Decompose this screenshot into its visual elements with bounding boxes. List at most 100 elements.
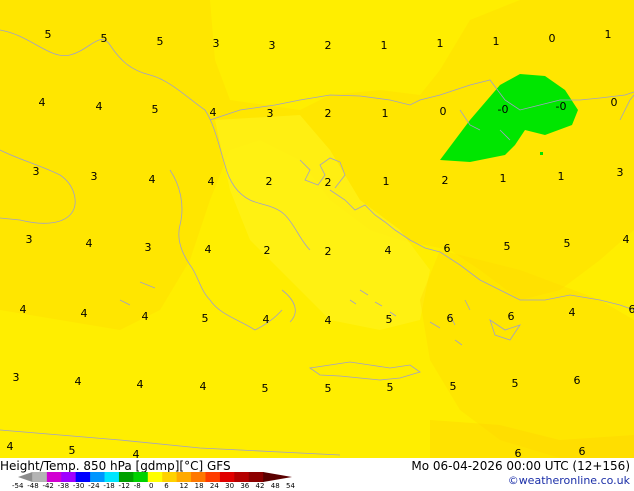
colorbar-segment <box>119 472 134 482</box>
temperature-label: 4 <box>75 375 82 388</box>
colorbar-tick-label: 42 <box>256 482 265 490</box>
temperature-label: 1 <box>493 35 500 48</box>
temperature-label: 6 <box>508 310 515 323</box>
colorbar-tick-label: 6 <box>164 482 168 490</box>
colorbar-segment <box>162 472 177 482</box>
temperature-label: 4 <box>385 244 392 257</box>
colorbar-tick-label: -30 <box>73 482 84 490</box>
colorbar-tick-label: 12 <box>179 482 188 490</box>
temperature-label: 4 <box>96 100 103 113</box>
colorbar-right-arrow <box>263 472 292 482</box>
temperature-label: 1 <box>605 28 612 41</box>
colorbar-tick-label: -24 <box>88 482 99 490</box>
temperature-label: 5 <box>69 444 76 457</box>
temperature-label: 4 <box>208 175 215 188</box>
temperature-label: 4 <box>137 378 144 391</box>
temperature-label: 4 <box>263 313 270 326</box>
temperature-label: -0 <box>556 100 567 113</box>
temperature-label: 4 <box>142 310 149 323</box>
colorbar-tick-label: 30 <box>225 482 234 490</box>
temperature-label: 3 <box>269 39 276 52</box>
forecast-datetime: Mo 06-04-2026 00:00 UTC (12+156) <box>411 459 630 473</box>
colorbar-tick-label: 0 <box>149 482 153 490</box>
colorbar-segment <box>234 472 249 482</box>
colorbar-segment <box>105 472 120 482</box>
temperature-label: 5 <box>386 313 393 326</box>
temperature-label: 5 <box>262 382 269 395</box>
temperature-label: -0 <box>498 103 509 116</box>
temperature-label: 5 <box>564 237 571 250</box>
temperature-label: 6 <box>447 312 454 325</box>
temperature-label: 2 <box>325 176 332 189</box>
temperature-label: 5 <box>157 35 164 48</box>
temperature-label: 2 <box>325 39 332 52</box>
temperature-label: 4 <box>205 243 212 256</box>
map-title: Height/Temp. 850 hPa [gdmp][°C] GFS <box>0 459 231 473</box>
temperature-label: 4 <box>133 448 140 458</box>
colorbar-segment <box>47 472 62 482</box>
temperature-label: 0 <box>549 32 556 45</box>
temperature-label: 1 <box>437 37 444 50</box>
colorbar-segment <box>32 472 47 482</box>
colorbar-left-arrow <box>18 472 32 482</box>
temperature-label: 4 <box>39 96 46 109</box>
colorbar-tick-label: 48 <box>271 482 280 490</box>
weather-map: 5 5 5 3 3 2 1 1 1 0 1 4 4 5 4 3 2 1 0 -0 -0 0 3 3 4 4 2 2 1 2 1 1 3 3 4 3 4 2… <box>0 0 634 458</box>
temperature-label: 2 <box>442 174 449 187</box>
temperature-label: 5 <box>387 381 394 394</box>
colorbar-segment <box>220 472 235 482</box>
colorbar-segment <box>148 472 163 482</box>
temperature-label: 1 <box>382 107 389 120</box>
colorbar-segment <box>90 472 105 482</box>
temperature-label: 4 <box>149 173 156 186</box>
temperature-label: 5 <box>152 103 159 116</box>
temperature-label: 4 <box>7 440 14 453</box>
temperature-label: 1 <box>558 170 565 183</box>
colorbar-segment <box>191 472 206 482</box>
colorbar-tick-label: 54 <box>286 482 295 490</box>
temperature-label: 5 <box>512 377 519 390</box>
temperature-label: 5 <box>504 240 511 253</box>
temperature-label: 3 <box>26 233 33 246</box>
colorbar-tick-label: 18 <box>195 482 204 490</box>
temperature-label: 3 <box>33 165 40 178</box>
temperature-label: 6 <box>574 374 581 387</box>
color-scale-bar <box>18 472 292 482</box>
temperature-label: 6 <box>629 303 634 316</box>
temperature-label: 1 <box>381 39 388 52</box>
colorbar-tick-label: -8 <box>134 482 141 490</box>
colorbar-tick-label: -42 <box>42 482 53 490</box>
colorbar-segment <box>76 472 91 482</box>
temperature-label: 0 <box>611 96 618 109</box>
temperature-label: 1 <box>500 172 507 185</box>
temperature-label: 4 <box>81 307 88 320</box>
temperature-label: 4 <box>623 233 630 246</box>
colorbar-tick-label: 36 <box>240 482 249 490</box>
colorbar-tick-label: -54 <box>12 482 23 490</box>
colorbar-tick-label: -38 <box>58 482 69 490</box>
temperature-label: 3 <box>617 166 624 179</box>
temperature-label: 3 <box>267 107 274 120</box>
cold-spot <box>540 152 543 155</box>
temperature-label: 4 <box>210 106 217 119</box>
temperature-label: 6 <box>515 447 522 458</box>
temperature-label: 5 <box>325 382 332 395</box>
temperature-label: 3 <box>13 371 20 384</box>
temperature-label: 5 <box>101 32 108 45</box>
temperature-label: 1 <box>383 175 390 188</box>
temperature-label: 6 <box>579 445 586 458</box>
temperature-label: 2 <box>325 107 332 120</box>
temperature-label: 5 <box>450 380 457 393</box>
temperature-label: 2 <box>264 244 271 257</box>
temperature-label: 2 <box>325 245 332 258</box>
temperature-label: 4 <box>325 314 332 327</box>
colorbar-segment <box>61 472 76 482</box>
colorbar-tick-label: -48 <box>27 482 38 490</box>
temperature-label: 0 <box>440 105 447 118</box>
credit-link[interactable]: ©weatheronline.co.uk <box>508 474 630 487</box>
temperature-label: 2 <box>266 175 273 188</box>
colorbar-tick-label: 24 <box>210 482 219 490</box>
temperature-label: 4 <box>86 237 93 250</box>
temperature-label: 3 <box>145 241 152 254</box>
temperature-label: 3 <box>91 170 98 183</box>
